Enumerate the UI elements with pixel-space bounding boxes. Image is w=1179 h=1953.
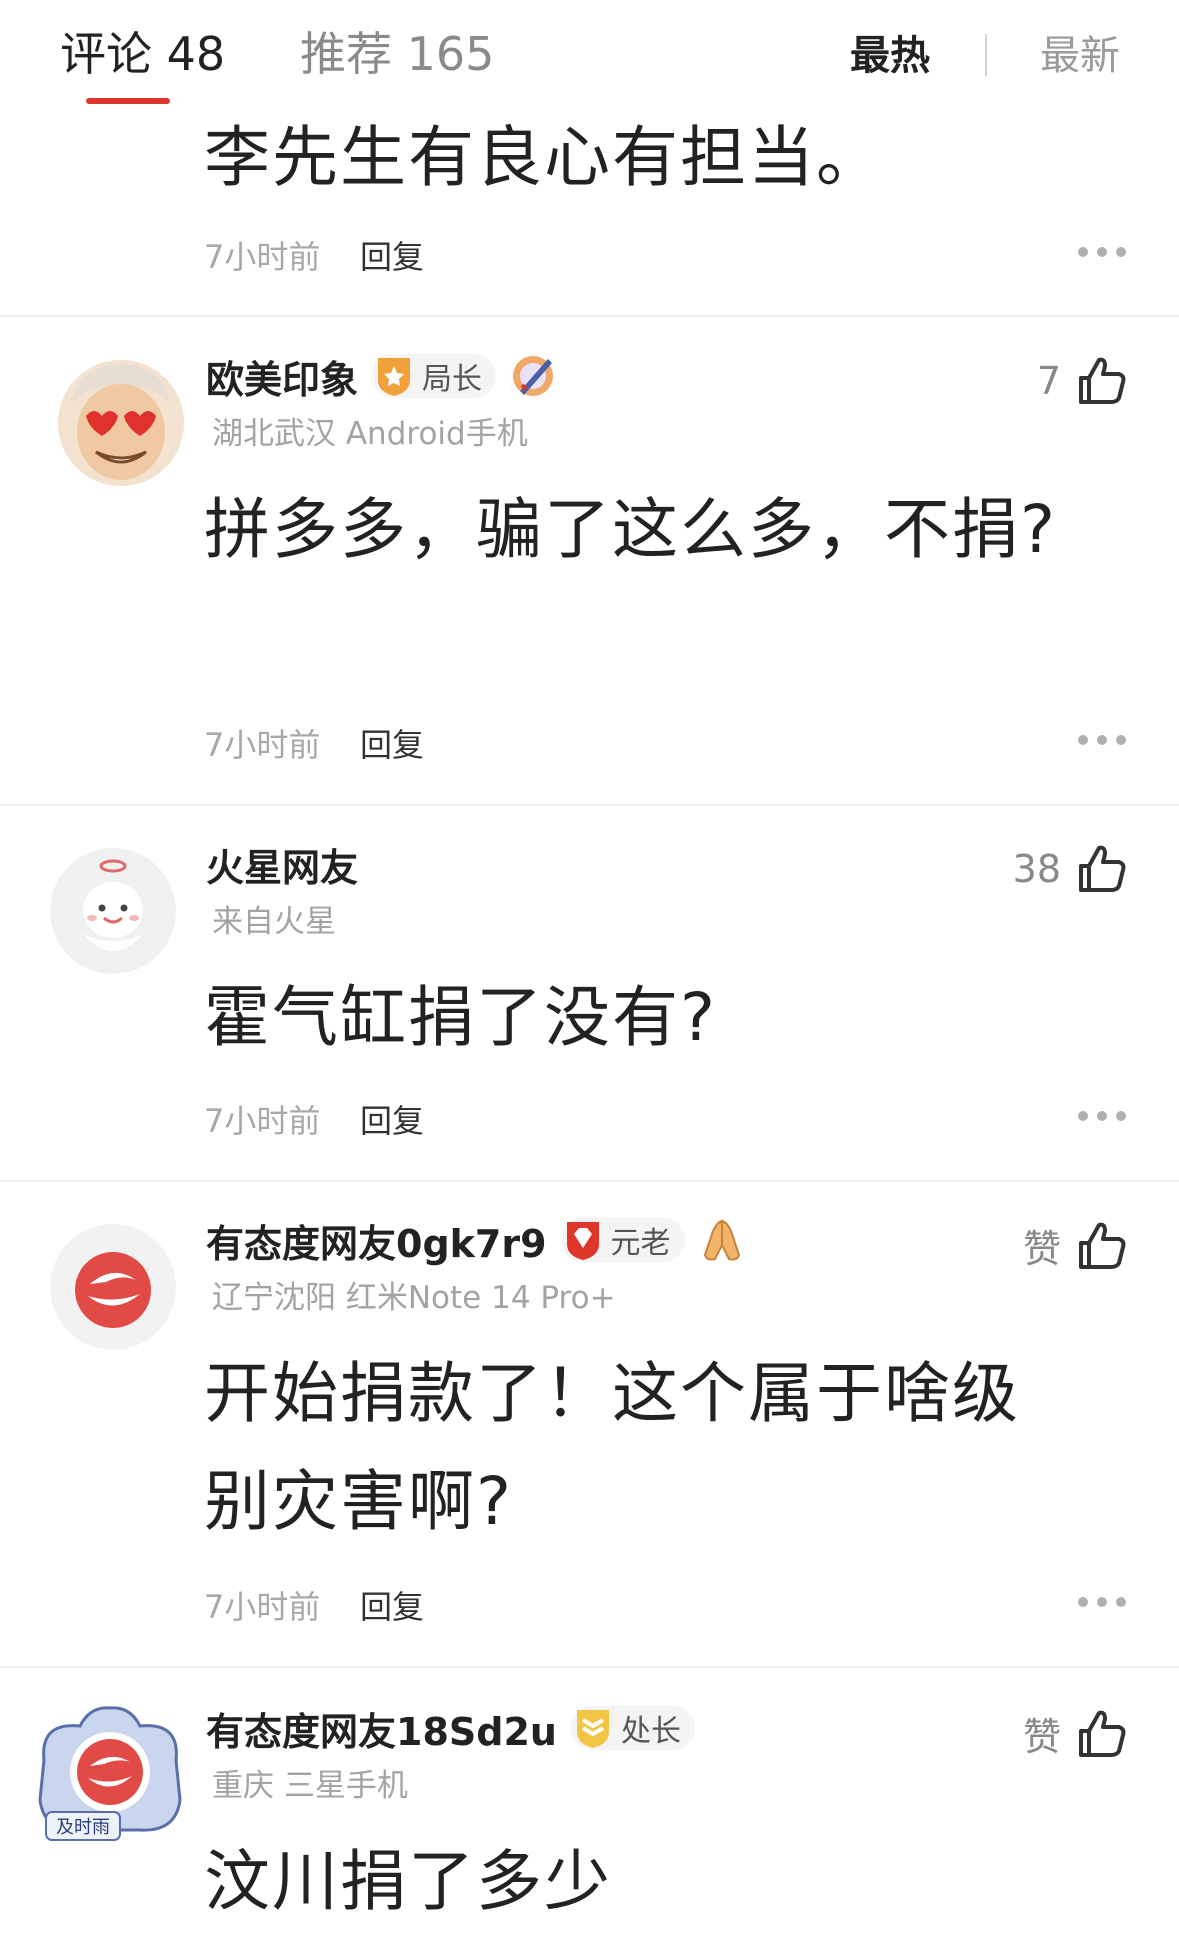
comment-time: 7小时前 bbox=[204, 1588, 321, 1626]
like-count: 7 bbox=[1036, 359, 1061, 403]
avatar[interactable] bbox=[50, 1224, 176, 1350]
more-options-icon[interactable] bbox=[1078, 1111, 1126, 1123]
rank-badge[interactable]: 处长 bbox=[570, 1706, 695, 1750]
username[interactable]: 有态度网友18Sd2u bbox=[206, 1701, 557, 1756]
user-location-device: 湖北武汉 Android手机 bbox=[212, 416, 528, 452]
chevron-rank-icon bbox=[576, 1710, 609, 1748]
avatar-caption: 及时雨 bbox=[56, 1817, 110, 1838]
rank-badge-label: 处长 bbox=[620, 1714, 681, 1749]
comment-content: 霍气缸捐了没有? bbox=[204, 979, 718, 1056]
avatar[interactable] bbox=[58, 360, 184, 486]
thumbs-up-icon bbox=[1079, 1222, 1126, 1269]
thumbs-up-icon bbox=[1079, 845, 1126, 892]
rank-badge-label: 元老 bbox=[610, 1226, 671, 1261]
active-tab-indicator bbox=[86, 98, 170, 104]
reply-button[interactable]: 回复 bbox=[360, 1582, 424, 1628]
user-info-row: 有态度网友0gk7r9 元老 bbox=[206, 1212, 747, 1268]
avatar[interactable] bbox=[50, 848, 176, 974]
comment-header: 评论 48 推荐 165 最热 最新 bbox=[0, 0, 1179, 108]
comment-item: 欧美印象 局长 湖北武汉 Android手机 7 拼多多，骗了这么多，不捐? 7… bbox=[0, 318, 1179, 804]
comment-content: 拼多多，骗了这么多，不捐? bbox=[204, 491, 1058, 568]
like-button[interactable]: 赞 bbox=[1023, 1706, 1129, 1761]
user-location-device: 辽宁沈阳 红米Note 14 Pro+ bbox=[212, 1280, 616, 1316]
like-count: 赞 bbox=[1022, 1715, 1061, 1759]
username[interactable]: 欧美印象 bbox=[206, 349, 358, 404]
reply-button[interactable]: 回复 bbox=[360, 1096, 424, 1142]
like-count: 38 bbox=[1012, 847, 1061, 891]
pen-medal-icon bbox=[513, 356, 554, 396]
ruby-badge-icon bbox=[566, 1222, 599, 1260]
netease-logo-avatar-icon bbox=[50, 1224, 176, 1350]
user-info-row: 火星网友 bbox=[206, 836, 358, 892]
more-options-icon[interactable] bbox=[1078, 1597, 1126, 1609]
comment-content: 李先生有良心有担当。 bbox=[204, 119, 884, 196]
thumbs-up-icon bbox=[1079, 1710, 1126, 1757]
sort-divider bbox=[985, 34, 987, 76]
comment-item: 有态度网友0gk7r9 元老 辽宁沈阳 红米Note 14 Pro+ 赞 开始捐… bbox=[0, 1182, 1179, 1666]
timely-rain-avatar-icon: 及时雨 bbox=[38, 1706, 182, 1841]
comment-time: 7小时前 bbox=[204, 726, 321, 764]
username[interactable]: 有态度网友0gk7r9 bbox=[206, 1213, 547, 1268]
rank-badge[interactable]: 元老 bbox=[560, 1218, 685, 1262]
praying-hands-icon bbox=[703, 1219, 740, 1261]
like-button[interactable]: 赞 bbox=[1023, 1218, 1129, 1273]
tab-recommend[interactable]: 推荐 165 bbox=[300, 22, 494, 86]
user-info-row: 有态度网友18Sd2u 处长 bbox=[206, 1700, 695, 1756]
username[interactable]: 火星网友 bbox=[206, 837, 358, 892]
thumbs-up-icon bbox=[1079, 357, 1126, 404]
comment-content: 开始捐款了！这个属于啥级别灾害啊? bbox=[204, 1355, 1020, 1540]
sort-hot-button[interactable]: 最热 bbox=[850, 28, 930, 84]
user-info-row: 欧美印象 局长 bbox=[206, 348, 558, 404]
avatar[interactable]: 及时雨 bbox=[30, 1700, 190, 1850]
sort-new-button[interactable]: 最新 bbox=[1040, 28, 1120, 84]
tab-comments[interactable]: 评论 48 bbox=[60, 22, 225, 86]
heart-eyes-avatar-icon bbox=[58, 360, 184, 486]
comment-item: 火星网友 来自火星 38 霍气缸捐了没有? 7小时前 回复 bbox=[0, 806, 1179, 1180]
rank-badge-label: 局长 bbox=[422, 362, 483, 397]
more-options-icon[interactable] bbox=[1078, 735, 1126, 747]
comment-item: 及时雨 有态度网友18Sd2u 处长 重庆 三星手机 赞 汶川捐了多少 bbox=[0, 1668, 1179, 1953]
like-count: 赞 bbox=[1022, 1227, 1061, 1271]
user-location-device: 重庆 三星手机 bbox=[212, 1768, 408, 1804]
reply-button[interactable]: 回复 bbox=[360, 232, 424, 278]
like-button[interactable]: 7 bbox=[1037, 354, 1129, 408]
reply-button[interactable]: 回复 bbox=[360, 720, 424, 766]
rank-badge[interactable]: 局长 bbox=[372, 354, 497, 398]
like-button[interactable]: 38 bbox=[1013, 842, 1129, 896]
user-location-device: 来自火星 bbox=[212, 904, 336, 940]
mars-user-avatar-icon bbox=[50, 848, 176, 974]
comment-time: 7小时前 bbox=[204, 238, 321, 276]
comment-content: 汶川捐了多少 bbox=[204, 1843, 612, 1920]
divider bbox=[0, 315, 1179, 317]
comment-time: 7小时前 bbox=[204, 1102, 321, 1140]
more-options-icon[interactable] bbox=[1078, 247, 1126, 259]
shield-star-icon bbox=[378, 358, 411, 396]
